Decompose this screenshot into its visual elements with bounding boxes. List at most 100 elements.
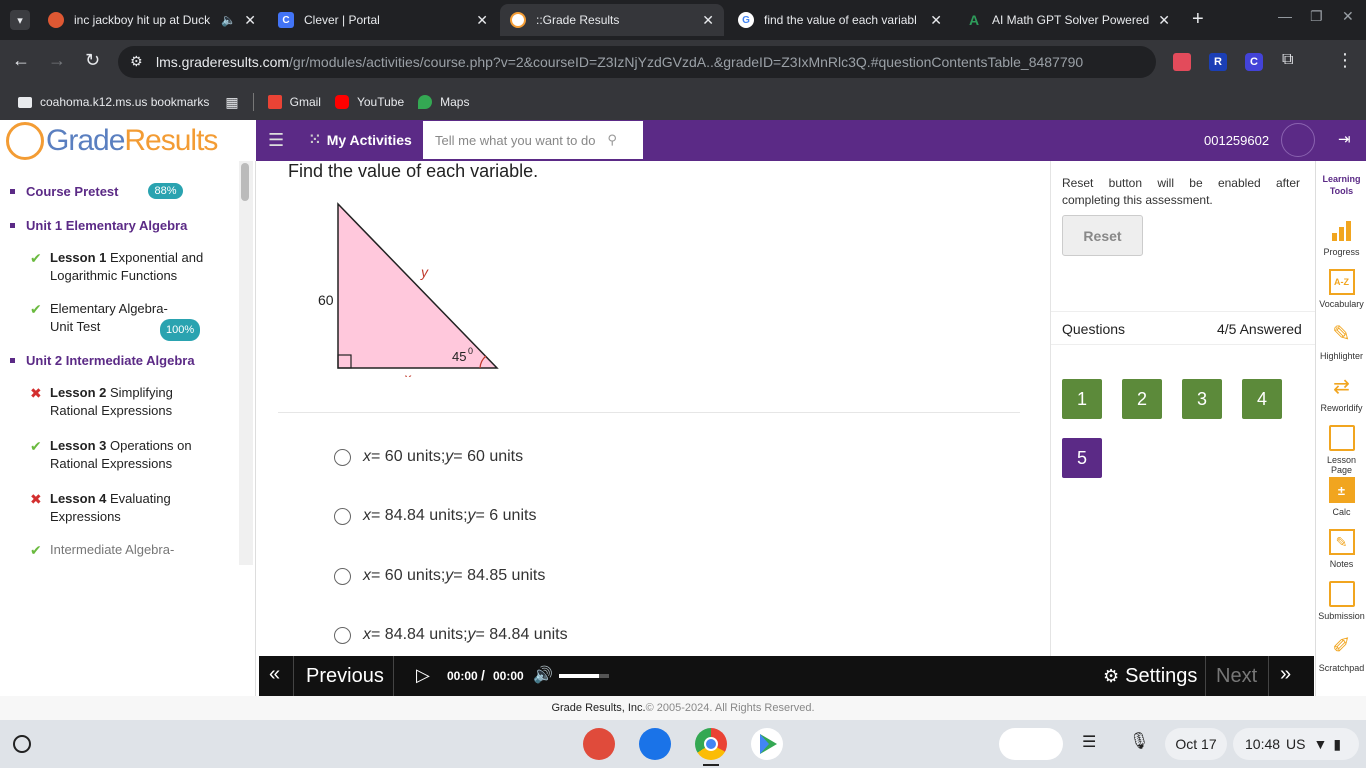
search-icon[interactable]: ⚲ [607, 132, 617, 148]
tool-reworldify[interactable]: ⇄ Reworldify [1316, 373, 1366, 414]
option-y-value: = 84.84 units [475, 626, 568, 643]
classroom-app-icon[interactable] [639, 728, 671, 760]
answer-option-1[interactable]: x = 60 units; y = 60 units [334, 448, 523, 466]
sidebar-item-unit-2-test[interactable]: ✔ Intermediate Algebra- [30, 541, 220, 563]
address-bar[interactable]: ⚙ lms.graderesults.com/gr/modules/activi… [118, 46, 1156, 78]
answer-option-4[interactable]: x = 84.84 units; y = 84.84 units [334, 626, 568, 644]
tool-notes[interactable]: ✎ Notes [1316, 529, 1366, 569]
close-window-icon[interactable]: ✕ [1342, 8, 1354, 25]
close-tab-icon[interactable]: ✕ [702, 12, 714, 29]
sidebar-item-lesson-3[interactable]: ✔ Lesson 3 Operations on Rational Expres… [30, 437, 220, 473]
tab-grade-results[interactable]: ::Grade Results ✕ [500, 4, 724, 36]
play-store-icon[interactable] [751, 728, 783, 760]
tool-scratchpad[interactable]: ✐ Scratchpad [1316, 633, 1366, 673]
microphone-icon[interactable]: 🎙 [1129, 731, 1149, 751]
option-y-value: = 60 units [453, 448, 524, 465]
radio-button[interactable] [334, 448, 351, 466]
holding-space-icon[interactable] [999, 728, 1063, 760]
my-activities-button[interactable]: ⁙ My Activities [309, 131, 412, 148]
mathgpt-icon: A [968, 12, 980, 28]
settings-button[interactable]: ⚙ Settings [1103, 665, 1197, 688]
volume-slider[interactable] [559, 674, 609, 678]
clipboard-icon[interactable]: ☰ [1082, 732, 1096, 752]
tab-clever[interactable]: C Clever | Portal ✕ [268, 4, 498, 36]
radio-button[interactable] [334, 567, 351, 585]
angle-label: 45 [452, 349, 466, 364]
canvas-app-icon[interactable] [583, 728, 615, 760]
radio-button[interactable] [334, 507, 351, 525]
apps-grid-icon[interactable]: ▦ [225, 94, 238, 111]
logo-mark-icon [6, 121, 44, 160]
previous-button[interactable]: Previous [306, 665, 384, 688]
tab-google-search[interactable]: G find the value of each variabl ✕ [728, 4, 952, 36]
sidebar-item-lesson-4[interactable]: ✖ Lesson 4 Evaluating Expressions [30, 490, 200, 526]
bookmark-label: Maps [440, 95, 470, 109]
sidebar-unit-1[interactable]: Unit 1 Elementary Algebra [10, 218, 187, 233]
next-button[interactable]: Next [1216, 665, 1257, 688]
avatar[interactable] [1281, 123, 1315, 157]
status-tray[interactable]: 10:48 US ▼ ▮ [1233, 728, 1359, 760]
search-input[interactable]: Tell me what you want to do ⚲ [423, 121, 643, 159]
sidebar-item-lesson-1[interactable]: ✔ Lesson 1 Exponential and Logarithmic F… [30, 249, 220, 285]
tab-mathgpt[interactable]: A AI Math GPT Solver Powered ✕ [956, 4, 1180, 36]
bookmark-youtube[interactable]: YouTube [334, 95, 404, 109]
extension-clever-icon[interactable]: C [1245, 53, 1263, 71]
extensions-puzzle-icon[interactable]: ⧉ [1282, 51, 1293, 69]
last-page-icon[interactable]: » [1280, 663, 1291, 686]
tool-vocabulary[interactable]: A-Z Vocabulary [1316, 269, 1366, 309]
extension-2-icon[interactable]: R [1209, 53, 1227, 71]
play-icon[interactable]: ▷ [416, 665, 430, 686]
new-tab-button[interactable]: + [1192, 8, 1204, 31]
browser-menu-icon[interactable]: ⋮ [1335, 50, 1355, 74]
volume-icon[interactable]: 🔊 [533, 665, 553, 685]
tool-lesson-page[interactable]: Lesson Page [1316, 425, 1366, 475]
question-2-button[interactable]: 2 [1122, 379, 1162, 419]
duckduckgo-icon [48, 12, 64, 28]
bookmarks-folder[interactable]: coahoma.k12.ms.us bookmarks [18, 95, 209, 109]
sidebar-item-lesson-2[interactable]: ✖ Lesson 2 Simplifying Rational Expressi… [30, 384, 200, 420]
close-tab-icon[interactable]: ✕ [476, 12, 488, 29]
sidebar-item-course-pretest[interactable]: Course Pretest 88% [10, 183, 183, 199]
sidebar-item-unit-1-test[interactable]: ✔ Elementary Algebra- Unit Test 100% [30, 300, 230, 341]
close-tab-icon[interactable]: ✕ [930, 12, 942, 29]
graderesults-logo[interactable]: Grade Results [0, 120, 256, 161]
reset-button[interactable]: Reset [1062, 215, 1143, 256]
extension-1-icon[interactable] [1173, 53, 1191, 71]
check-icon: ✔ [30, 542, 42, 558]
date-display[interactable]: Oct 17 [1165, 728, 1227, 760]
sidebar-scrollbar[interactable] [239, 161, 253, 565]
logout-icon[interactable]: ⇥ [1338, 130, 1351, 148]
chrome-app-icon[interactable] [695, 728, 727, 760]
tool-highlighter[interactable]: ✎ Highlighter [1316, 321, 1366, 361]
forward-icon[interactable]: → [48, 50, 66, 71]
bookmark-gmail[interactable]: Gmail [267, 95, 321, 109]
question-1-button[interactable]: 1 [1062, 379, 1102, 419]
sidebar-unit-2[interactable]: Unit 2 Intermediate Algebra [10, 353, 195, 368]
speaker-icon[interactable]: 🔈 [221, 13, 236, 27]
triangle-shape [337, 202, 499, 369]
launcher-icon[interactable] [13, 735, 31, 753]
site-info-icon[interactable]: ⚙ [130, 53, 143, 70]
tab-duckduckgo[interactable]: inc jackboy hit up at Duck 🔈 ✕ [38, 4, 266, 36]
scrollbar-thumb[interactable] [241, 163, 249, 201]
answer-option-2[interactable]: x = 84.84 units; y = 6 units [334, 507, 536, 525]
first-page-icon[interactable]: « [269, 663, 280, 686]
tool-label: Progress [1323, 247, 1360, 257]
close-tab-icon[interactable]: ✕ [244, 12, 256, 29]
tool-progress[interactable]: Progress [1316, 217, 1366, 257]
question-3-button[interactable]: 3 [1182, 379, 1222, 419]
tab-search-button[interactable]: ▾ [10, 10, 30, 30]
bookmark-maps[interactable]: Maps [418, 95, 469, 109]
back-icon[interactable]: ← [12, 50, 30, 71]
answer-option-3[interactable]: x = 60 units; y = 84.85 units [334, 567, 545, 585]
tool-submission[interactable]: Submission [1316, 581, 1366, 621]
close-tab-icon[interactable]: ✕ [1158, 12, 1170, 29]
reload-icon[interactable]: ↻ [85, 50, 100, 71]
question-5-button[interactable]: 5 [1062, 438, 1102, 478]
radio-button[interactable] [334, 626, 351, 644]
minimize-icon[interactable]: — [1278, 8, 1292, 24]
question-4-button[interactable]: 4 [1242, 379, 1282, 419]
sidebar-toggle-icon[interactable]: ☰ [268, 130, 284, 151]
restore-icon[interactable]: ❐ [1310, 8, 1323, 25]
tool-calc[interactable]: ± Calc [1316, 477, 1366, 517]
